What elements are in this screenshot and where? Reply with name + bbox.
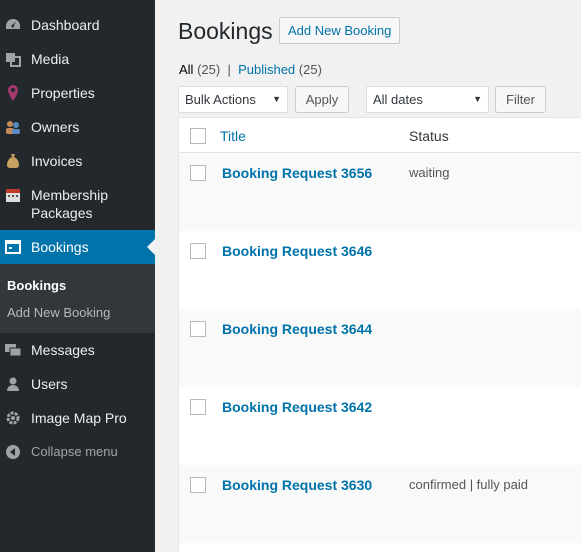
collapse-icon [4, 443, 22, 461]
collapse-menu-button[interactable]: Collapse menu [0, 443, 155, 461]
sidebar-item-owners[interactable]: Owners [0, 118, 155, 136]
dropdown-arrow-icon: ▼ [272, 94, 281, 104]
settings-icon [4, 409, 22, 427]
sidebar-item-messages[interactable]: Messages [0, 341, 155, 359]
bookings-table: Title Status Booking Request 3656 waitin… [178, 117, 581, 552]
admin-sidebar: Dashboard Media Properties Owners Invoic… [0, 0, 155, 552]
sidebar-item-label: Image Map Pro [31, 410, 127, 426]
sidebar-item-label-line1: Membership [31, 187, 109, 203]
sidebar-item-label: Bookings [31, 239, 89, 255]
calendar-icon [4, 186, 22, 204]
sidebar-item-users[interactable]: Users [0, 375, 155, 393]
sidebar-item-invoices[interactable]: Invoices [0, 152, 155, 170]
filter-all-link[interactable]: All [179, 62, 193, 77]
current-menu-arrow [147, 239, 155, 255]
chat-icon [4, 341, 22, 359]
row-checkbox[interactable] [190, 477, 206, 493]
bulk-actions-value: Bulk Actions [185, 92, 256, 107]
sidebar-item-image-map-pro[interactable]: Image Map Pro [0, 409, 155, 427]
filter-published-count: (25) [298, 62, 322, 77]
row-title-link[interactable]: Booking Request 3656 [222, 165, 372, 181]
column-header-status: Status [409, 128, 449, 144]
row-checkbox[interactable] [190, 165, 206, 181]
table-row: Booking Request 3656 waiting [179, 153, 581, 231]
date-filter-select[interactable]: All dates ▼ [366, 86, 489, 113]
date-filter-value: All dates [373, 92, 423, 107]
submenu-item-add-new-booking[interactable]: Add New Booking [7, 305, 110, 320]
row-title-link[interactable]: Booking Request 3646 [222, 243, 372, 259]
bulk-actions-select[interactable]: Bulk Actions ▼ [178, 86, 288, 113]
sidebar-item-label: Messages [31, 342, 95, 358]
submenu-item-bookings[interactable]: Bookings [7, 278, 66, 293]
row-status: waiting [409, 165, 450, 180]
filter-button[interactable]: Filter [495, 86, 546, 113]
row-title-link[interactable]: Booking Request 3642 [222, 399, 372, 415]
table-header: Title Status [179, 118, 581, 153]
row-checkbox[interactable] [190, 321, 206, 337]
sidebar-item-label-line2: Packages [31, 205, 93, 221]
row-checkbox[interactable] [190, 399, 206, 415]
table-row: Booking Request 3630 confirmed | fully p… [179, 465, 581, 543]
sidebar-item-label: Users [31, 376, 68, 392]
booking-icon [4, 238, 22, 256]
page-title: Bookings [178, 18, 273, 44]
add-new-booking-button[interactable]: Add New Booking [279, 17, 401, 44]
filter-separator: | [227, 62, 231, 77]
sidebar-item-membership-packages[interactable]: Membership Packages [0, 186, 155, 226]
row-title-link[interactable]: Booking Request 3630 [222, 477, 372, 493]
dropdown-arrow-icon: ▼ [473, 94, 482, 104]
money-bag-icon [4, 152, 22, 170]
table-row: Booking Request 3644 [179, 309, 581, 387]
table-row: Booking Request 3646 [179, 231, 581, 309]
sidebar-item-media[interactable]: Media [0, 50, 155, 68]
row-checkbox[interactable] [190, 243, 206, 259]
sidebar-item-bookings[interactable]: Bookings [0, 230, 155, 264]
row-title-link[interactable]: Booking Request 3644 [222, 321, 372, 337]
table-row: Booking Request 3642 [179, 387, 581, 465]
row-status: confirmed | fully paid [409, 477, 528, 492]
sidebar-item-properties[interactable]: Properties [0, 84, 155, 102]
sidebar-item-label: Invoices [31, 153, 83, 169]
media-icon [4, 50, 22, 68]
sidebar-item-label: Dashboard [31, 17, 100, 33]
people-icon [4, 118, 22, 136]
sidebar-item-label: Media [31, 51, 70, 67]
status-filter-links: All (25) | Published (25) [179, 62, 322, 77]
sidebar-item-label: Collapse menu [31, 444, 118, 459]
column-header-title[interactable]: Title [220, 128, 246, 144]
sidebar-item-label: Owners [31, 119, 80, 135]
user-icon [4, 375, 22, 393]
dashboard-icon [4, 16, 22, 34]
apply-button[interactable]: Apply [295, 86, 349, 113]
sidebar-item-label: Membership Packages [31, 186, 108, 222]
filter-published-link[interactable]: Published [238, 62, 295, 77]
select-all-checkbox[interactable] [190, 128, 206, 144]
sidebar-item-label: Properties [31, 85, 95, 101]
map-pin-icon [4, 84, 22, 102]
filter-all-count: (25) [197, 62, 221, 77]
sidebar-item-dashboard[interactable]: Dashboard [0, 16, 155, 34]
bookings-submenu: Bookings Add New Booking [0, 264, 155, 333]
